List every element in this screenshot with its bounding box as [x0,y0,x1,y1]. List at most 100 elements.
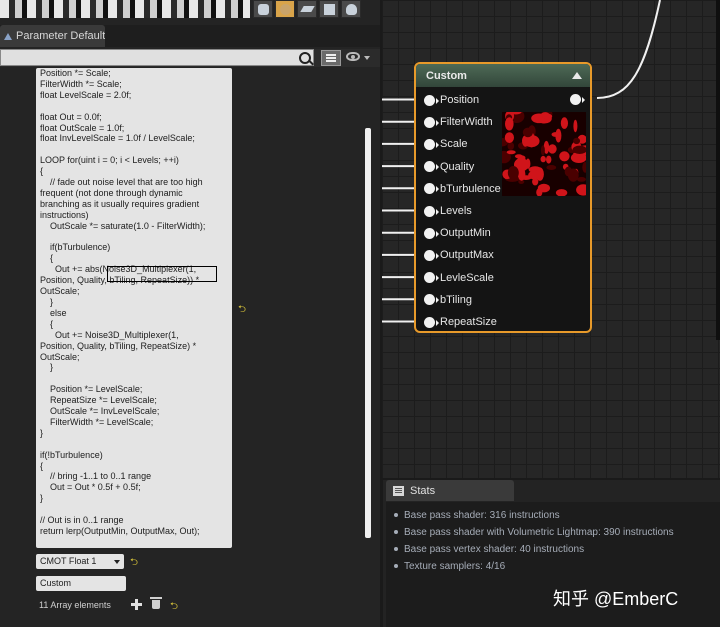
stats-text: Base pass vertex shader: 40 instructions [404,544,585,555]
pin-icon[interactable] [424,227,439,239]
stats-row: Base pass vertex shader: 40 instructions [394,544,584,555]
node-header[interactable]: Custom [416,64,590,87]
code-line: { [40,253,54,264]
stats-row: Base pass shader with Volumetric Lightma… [394,527,674,538]
input-pin-levels[interactable]: Levels [424,205,472,217]
teapot-icon[interactable] [341,0,361,18]
pin-icon[interactable] [424,183,439,195]
pin-label: bTurbulence [440,182,501,195]
custom-node[interactable]: Custom Position FilterWidth Scale Quality bT… [414,62,592,333]
input-pin-scale[interactable]: Scale [424,138,468,150]
noise-blob [574,156,580,163]
noise-blob [537,183,550,193]
input-pin-outputmin[interactable]: OutputMin [424,227,491,239]
sphere-icon[interactable] [275,0,295,18]
reset-to-default-icon[interactable]: ⮌ [170,599,178,616]
cylinder-icon[interactable] [253,0,273,18]
pin-icon[interactable] [424,249,439,261]
noise-blob [555,189,568,196]
input-pin-filterwidth[interactable]: FilterWidth [424,116,493,128]
code-line: if(bTurbulence) [40,242,111,253]
code-line: Out += Noise3D_Multiplexer(1, [40,329,179,340]
noise-blob [567,168,579,182]
output-pin[interactable] [570,94,585,105]
input-pin-quality[interactable]: Quality [424,161,474,173]
noise-blob [576,184,586,196]
eye-icon[interactable] [346,52,360,61]
details-panel: Parameter Default: Position *= Scale; Fil… [0,0,380,627]
code-line: instructions) [40,209,89,220]
code-line: branching as it usually requires gradien… [40,198,200,209]
noise-blob [560,117,568,129]
array-elements-label: 11 Array elements [39,600,111,610]
code-line: frequent (not done through dynamic [40,187,183,198]
input-pin-outputmax[interactable]: OutputMax [424,249,494,261]
tab-stats[interactable]: Stats [386,480,514,501]
input-pin-repeatsize[interactable]: RepeatSize [424,316,497,328]
reset-to-default-icon[interactable]: ⮌ [238,302,246,319]
pin-icon[interactable] [424,161,439,173]
noise-blob [577,177,586,182]
cube-icon[interactable] [319,0,339,18]
input-pin-levlescale[interactable]: LevleScale [424,272,494,284]
code-line: float Out = 0.0f; [40,111,102,122]
scrollbar[interactable] [365,128,371,538]
noise-blob [573,119,578,133]
chevron-down-icon [114,560,120,564]
pin-label: Levels [440,205,472,217]
code-line: OutScale; [40,351,80,362]
property-matrix-button[interactable] [321,50,341,66]
code-line: Position *= Scale; [40,68,111,78]
pin-icon[interactable] [424,138,439,150]
stats-icon [393,485,404,496]
noise-blob [525,158,531,169]
description-field[interactable]: Custom [36,576,126,591]
chevron-down-icon[interactable] [364,56,370,60]
bullet-icon [394,530,398,535]
stats-text: Base pass shader with Volumetric Lightma… [404,527,674,538]
output-type-dropdown[interactable]: CMOT Float 1 [36,554,124,569]
code-textbox[interactable]: Position *= Scale; FilterWidth *= Scale; f… [36,68,232,548]
graph-edge [716,0,720,340]
reset-to-default-icon[interactable]: ⮌ [130,555,138,572]
search-icon[interactable] [299,52,311,64]
code-line: } [40,493,44,504]
parameter-icon [4,32,12,40]
code-line: // fade out noise level that are too hig… [40,177,203,188]
pin-icon[interactable] [424,94,439,106]
pin-label: FilterWidth [440,116,493,129]
code-line: OutScale *= saturate(1.0 - FilterWidth); [40,220,206,231]
input-pin-position[interactable]: Position [424,94,479,106]
pin-icon[interactable] [424,272,439,284]
pin-icon[interactable] [424,116,439,128]
stats-text: Base pass shader: 316 instructions [404,510,560,521]
code-line: Position, Quality, bTiling, RepeatSize) … [40,340,197,351]
code-line: return lerp(OutputMin, OutputMax, Out); [40,525,200,536]
trash-icon[interactable] [150,597,162,609]
tab-parameter-defaults[interactable]: Parameter Default: [0,25,105,47]
search-input[interactable] [0,49,314,66]
noise-blob [548,144,557,154]
pin-icon[interactable] [424,316,439,328]
pin-label: Position [440,94,480,106]
stats-text: Texture samplers: 4/16 [404,561,506,572]
pin-icon[interactable] [424,294,439,306]
code-line: { [40,166,44,177]
plane-icon[interactable] [297,0,317,18]
pin-label: Scale [440,138,468,151]
pin-label: bTiling [440,293,472,306]
texture-preview-strip [0,0,250,18]
pin-icon[interactable] [424,205,439,217]
input-pin-btiling[interactable]: bTiling [424,294,472,306]
input-pin-bturbulence[interactable]: bTurbulence [424,183,501,195]
collapse-icon[interactable] [572,72,582,79]
code-line: RepeatSize *= LevelScale; [40,395,157,406]
add-element-icon[interactable] [131,599,142,610]
code-line: Position *= LevelScale; [40,384,143,395]
noise-blob [551,132,560,137]
pin-label: OutputMin [440,227,491,240]
bullet-icon [394,547,398,552]
code-line: else [40,307,67,318]
